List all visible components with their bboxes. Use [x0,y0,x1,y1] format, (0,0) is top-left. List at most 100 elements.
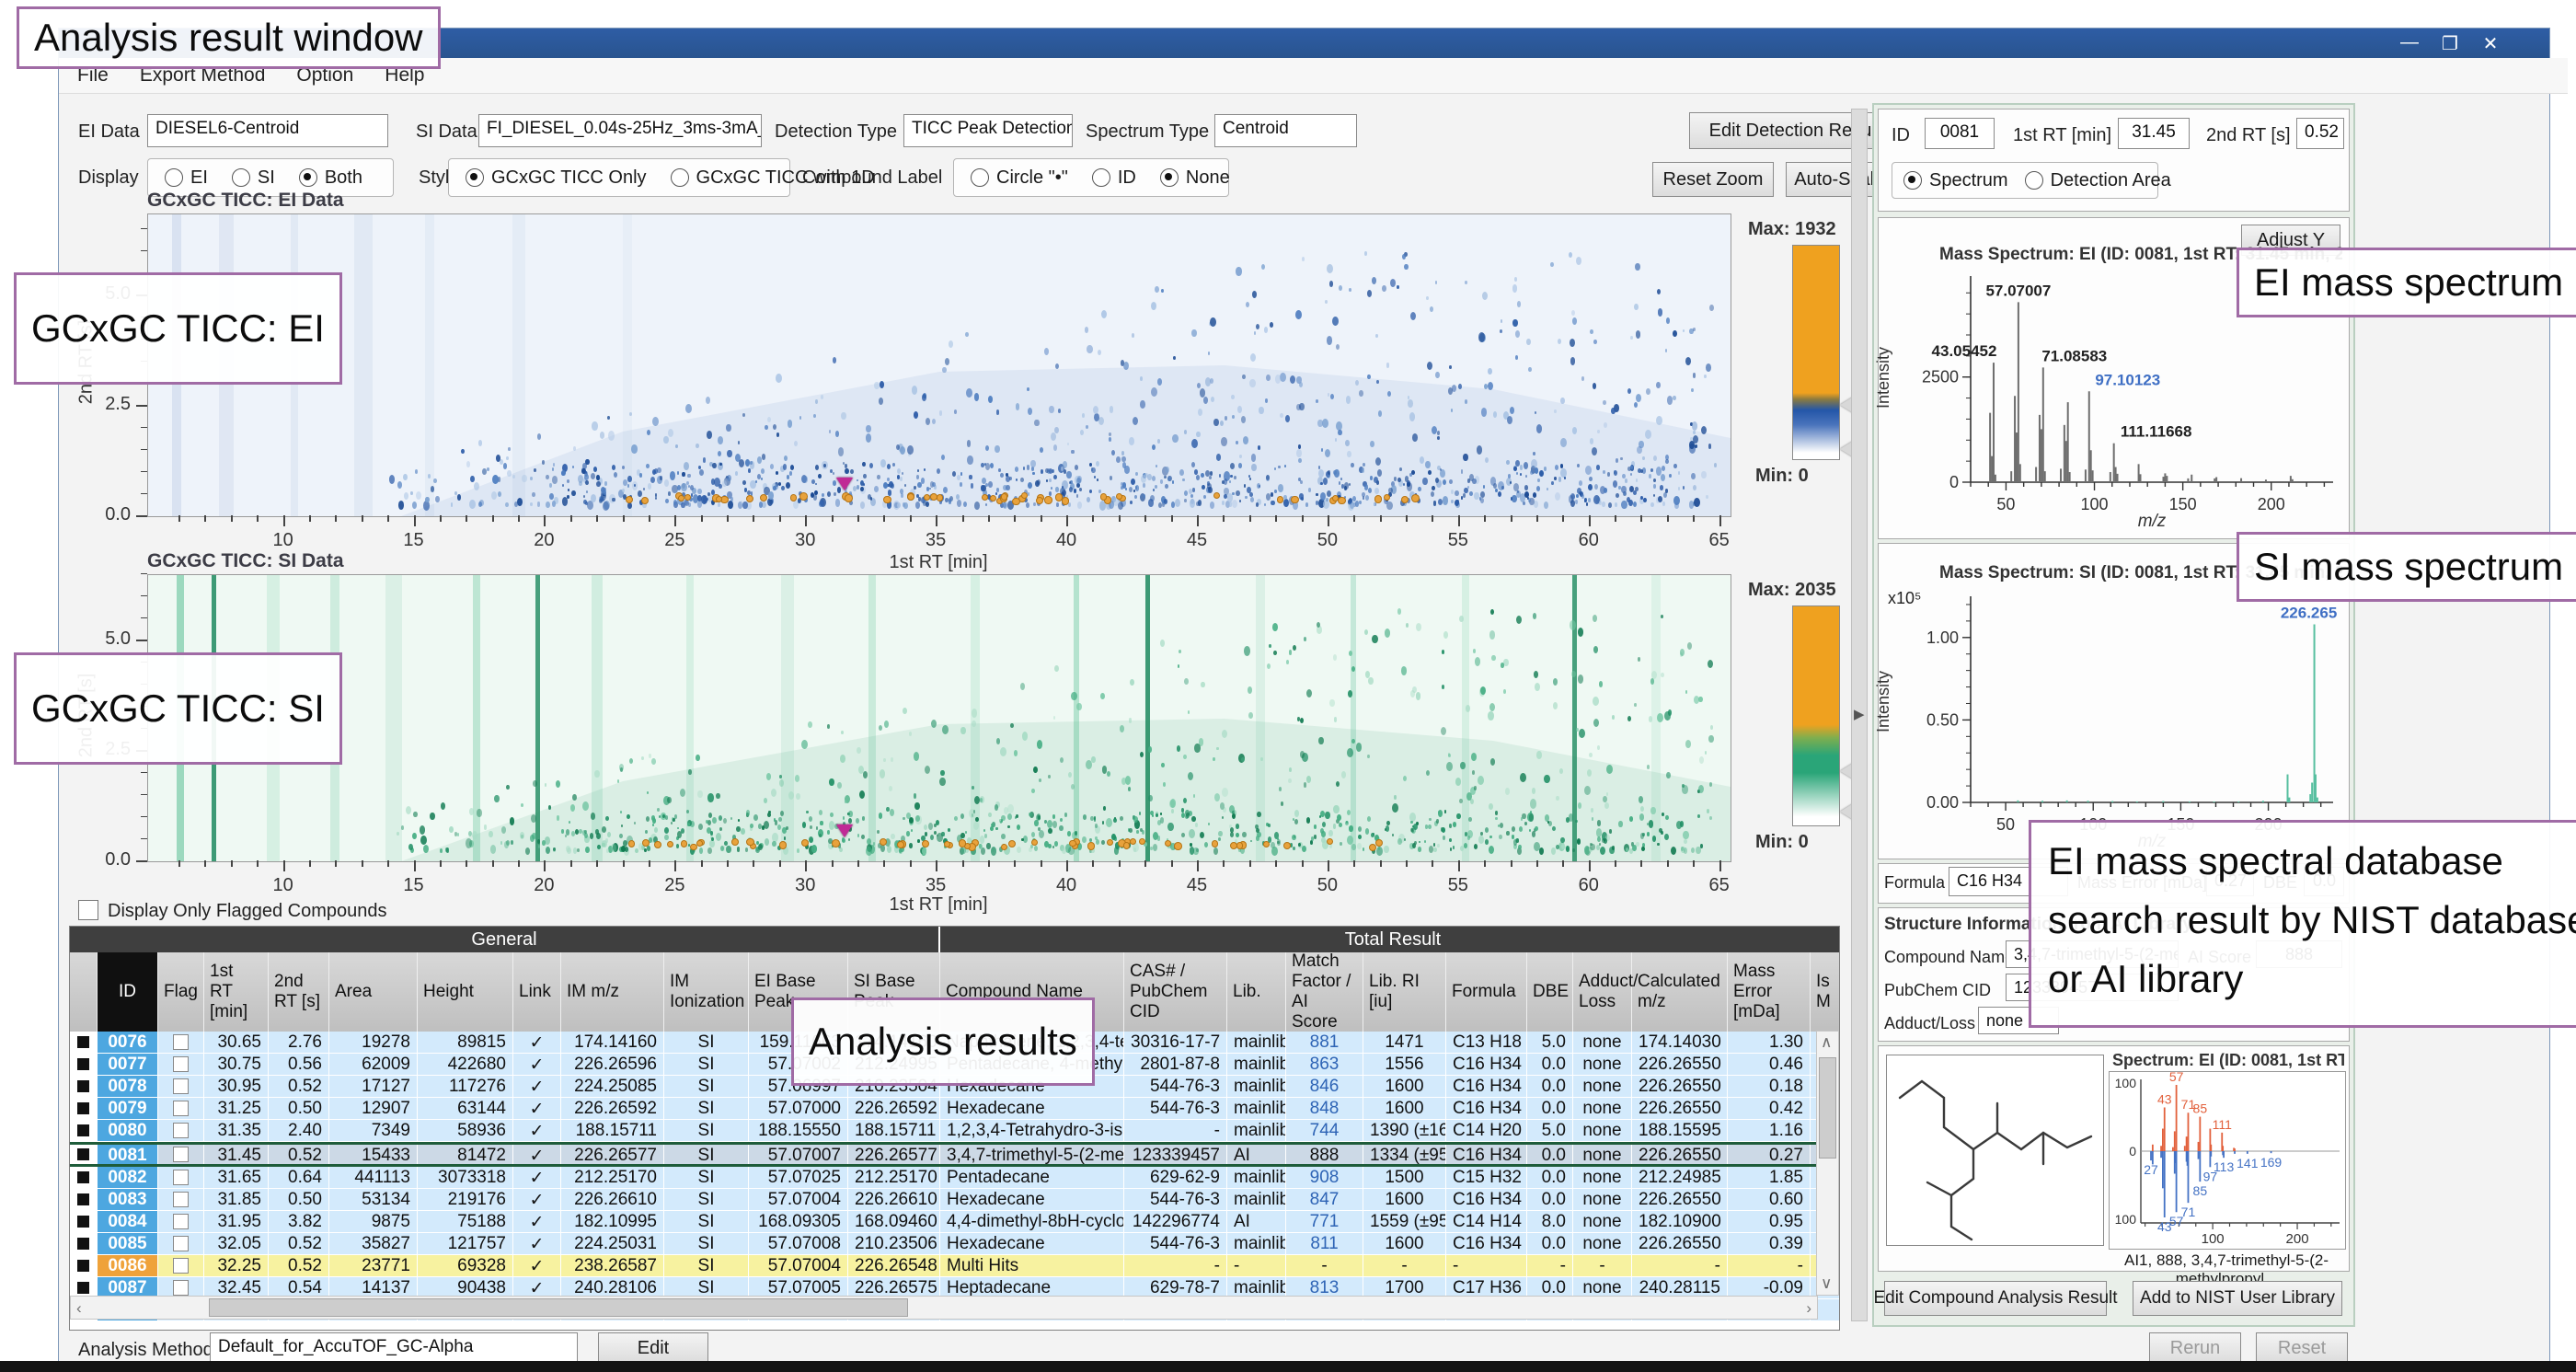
row-dbe-cell: 0.0 [1527,1167,1573,1188]
table-row-0080[interactable]: 008031.352.40734958936✓188.15711SI188.15… [70,1120,1840,1142]
si-data-field[interactable]: FI_DIESEL_0.04s-25Hz_3ms-3mA_001- [478,114,762,147]
display-option[interactable]: Both [299,167,362,189]
spectrum-mode-option[interactable]: Spectrum [1903,170,2008,191]
flag-checkbox[interactable] [173,1056,189,1072]
ei-spectrum-intensity-label: Intensity [1874,347,1893,409]
column-header-extra[interactable]: Is M [1811,952,1840,1032]
row-lib-cell: AI [1227,1211,1286,1232]
display-option[interactable]: SI [232,167,275,189]
splitter-expand-icon[interactable]: ▶ [1854,706,1865,722]
display-option[interactable]: EI [165,167,208,189]
column-header-dbe[interactable]: DBE [1527,952,1573,1032]
column-header-formula[interactable]: Formula [1446,952,1527,1032]
svg-text:0: 0 [1949,473,1959,491]
table-row-0086[interactable]: 008632.250.522377169328✓238.26587SI57.07… [70,1255,1840,1277]
svg-text:111.11668: 111.11668 [2121,423,2192,441]
edit-compound-analysis-result-button[interactable]: Edit Compound Analysis Result [1884,1281,2107,1316]
table-row-0083[interactable]: 008331.850.5053134219176✓226.26610SI57.0… [70,1189,1840,1211]
column-header-calc[interactable]: Calculated m/z [1632,952,1728,1032]
edit-detection-result-button[interactable]: Edit Detection Result [1689,112,1901,149]
row-calc-cell: 182.10900 [1632,1211,1728,1232]
vscroll-down-icon[interactable]: ∨ [1821,1274,1832,1293]
flag-checkbox[interactable] [173,1123,189,1138]
panel-splitter[interactable]: ▶ [1851,109,1868,1321]
table-row-0079[interactable]: 007931.250.501290763144✓226.26592SI57.07… [70,1098,1840,1120]
compound-label-option[interactable]: None [1160,167,1230,189]
hscroll-right-icon[interactable]: › [1806,1299,1811,1318]
display-only-flagged-checkbox[interactable] [78,900,98,920]
hscroll-thumb[interactable] [209,1298,908,1317]
column-header-marker[interactable] [70,952,98,1032]
hscroll-left-icon[interactable]: ‹ [76,1299,82,1318]
column-header-link[interactable]: Link [513,952,561,1032]
column-header-adduct[interactable]: Adduct/ Loss [1573,952,1632,1032]
detection-type-field[interactable]: TICC Peak Detection [903,114,1073,147]
table-row-0084[interactable]: 008431.953.82987575188✓182.10995SI168.09… [70,1211,1840,1233]
column-header-id[interactable]: ID [98,952,158,1032]
flag-checkbox[interactable] [173,1258,189,1274]
column-header-rt1[interactable]: 1st RT [min] [204,952,269,1032]
peak-rt1-field[interactable]: 31.45 [2118,118,2190,149]
close-icon[interactable]: ✕ [2472,32,2509,55]
table-row-0082[interactable]: 008231.650.644411133073318✓212.25170SI57… [70,1167,1840,1189]
row-height-cell: 121757 [418,1233,513,1254]
flag-checkbox[interactable] [173,1147,189,1162]
callout-ei-ticc: GCxGC TICC: EI [14,272,342,385]
row-rt1-cell: 31.25 [204,1098,269,1119]
table-row-0081[interactable]: 008131.450.521543381472✓226.26577SI57.07… [70,1142,1840,1167]
flag-checkbox[interactable] [173,1236,189,1251]
si-spectrum-multiplier: x10⁵ [1888,589,1921,608]
library-spectrum-title: Spectrum: EI (ID: 0081, 1st RT: 31.45 mi… [2112,1051,2344,1070]
table-vscrollbar[interactable]: ∧ ∨ [1816,1031,1839,1296]
column-header-rt2[interactable]: 2nd RT [s] [269,952,329,1032]
analysis-method-edit-button[interactable]: Edit [598,1332,708,1364]
column-header-match[interactable]: Match Factor / AI Score [1286,952,1363,1032]
column-header-area[interactable]: Area [329,952,418,1032]
column-header-lib[interactable]: Lib. [1227,952,1286,1032]
radio-label: ID [1118,167,1136,189]
vscroll-up-icon[interactable]: ∧ [1821,1033,1832,1052]
column-header-imion[interactable]: IM Ionization [664,952,749,1032]
flag-checkbox[interactable] [173,1170,189,1185]
column-header-flag[interactable]: Flag [158,952,204,1032]
column-header-ri[interactable]: Lib. RI [iu] [1363,952,1446,1032]
spectrum-type-field[interactable]: Centroid [1214,114,1357,147]
flag-checkbox[interactable] [173,1280,189,1296]
reset-button[interactable]: Reset [2256,1332,2348,1364]
minimize-icon[interactable]: — [2391,32,2428,53]
ei-data-field[interactable]: DIESEL6-Centroid [147,114,388,147]
rerun-button[interactable]: Rerun [2149,1332,2241,1364]
analysis-results-table[interactable]: GeneralTotal ResultIDFlag1st RT [min]2nd… [69,926,1840,1331]
table-row-0085[interactable]: 008532.050.5235827121757✓224.25031SI57.0… [70,1233,1840,1255]
style-option[interactable]: GCxGC TICC Only [466,167,647,189]
peak-id-field[interactable]: 0081 [1925,118,1995,149]
flag-checkbox[interactable] [173,1078,189,1094]
radio-label: Spectrum [1929,170,2008,191]
compound-label-option[interactable]: Circle "•" [971,167,1068,189]
row-calc-cell: 226.26550 [1632,1233,1728,1254]
column-header-cas[interactable]: CAS# / PubChem CID [1124,952,1227,1032]
row-adduct-cell: none [1573,1167,1632,1188]
head-to-tail-spectrum-chart[interactable]: 1002001000100435771851112743577185971131… [2109,1071,2346,1250]
peak-rt2-field[interactable]: 0.52 [2296,118,2344,149]
si-ticc-heatmap[interactable] [147,574,1731,862]
column-header-height[interactable]: Height [418,952,513,1032]
compound-label-option[interactable]: ID [1092,167,1136,189]
si-mass-spectrum-chart[interactable]: 501001502000.000.501.00226.265m/z [1921,585,2340,850]
column-header-immz[interactable]: IM m/z [561,952,664,1032]
row-dbe-cell: 0.0 [1527,1098,1573,1119]
flag-checkbox[interactable] [173,1192,189,1207]
vscroll-thumb[interactable] [1819,1057,1836,1159]
restore-icon[interactable]: ❐ [2432,32,2468,55]
table-hscrollbar[interactable]: ‹ › [70,1296,1818,1320]
add-to-nist-user-library-button[interactable]: Add to NIST User Library [2133,1281,2342,1316]
ei-ticc-heatmap[interactable] [147,213,1731,517]
row-name-cell: Pentadecane [940,1167,1124,1188]
spectrum-mode-option[interactable]: Detection Area [2025,170,2171,191]
analysis-method-field[interactable]: Default_for_AccuTOF_GC-Alpha [210,1332,578,1364]
flag-checkbox[interactable] [173,1101,189,1116]
flag-checkbox[interactable] [173,1034,189,1050]
reset-zoom-button[interactable]: Reset Zoom [1652,162,1774,197]
column-header-err[interactable]: Mass Error [mDa] [1728,952,1811,1032]
flag-checkbox[interactable] [173,1214,189,1229]
